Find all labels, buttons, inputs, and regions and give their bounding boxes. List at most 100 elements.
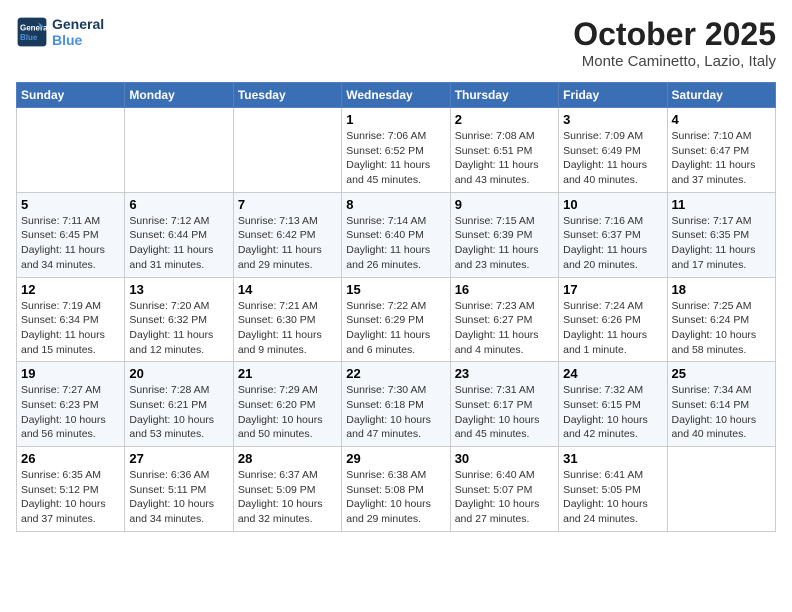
day-cell [667,447,775,532]
day-info: Sunrise: 7:24 AM Sunset: 6:26 PM Dayligh… [563,299,662,358]
day-cell: 23 Sunrise: 7:31 AM Sunset: 6:17 PM Dayli… [450,362,558,447]
day-number: 18 [672,282,771,297]
day-number: 25 [672,366,771,381]
day-info: Sunrise: 6:37 AM Sunset: 5:09 PM Dayligh… [238,468,337,527]
day-cell: 27Sunrise: 6:36 AM Sunset: 5:11 PM Dayli… [125,447,233,532]
day-number: 14 [238,282,337,297]
day-cell: 8Sunrise: 7:14 AM Sunset: 6:40 PM Daylig… [342,192,450,277]
day-info: Sunrise: 7:21 AM Sunset: 6:30 PM Dayligh… [238,299,337,358]
logo-general: General [52,16,104,32]
svg-text:Blue: Blue [20,33,38,42]
week-row-3: 19 Sunrise: 7:27 AM Sunset: 6:23 PM Dayli… [17,362,776,447]
day-cell: 19 Sunrise: 7:27 AM Sunset: 6:23 PM Dayli… [17,362,125,447]
day-number: 12 [21,282,120,297]
day-number: 23 [455,366,554,381]
header-tuesday: Tuesday [233,83,341,108]
svg-text:General: General [20,23,48,32]
day-cell: 26 Sunrise: 6:35 AM Sunset: 5:12 PM Dayli… [17,447,125,532]
day-number: 28 [238,451,337,466]
day-cell [17,108,125,193]
day-number: 13 [129,282,228,297]
day-number: 16 [455,282,554,297]
day-info: Sunrise: 7:19 AM Sunset: 6:34 PM Dayligh… [21,299,120,358]
day-cell [125,108,233,193]
day-info: Sunrise: 7:09 AM Sunset: 6:49 PM Dayligh… [563,129,662,188]
header-wednesday: Wednesday [342,83,450,108]
day-cell: 12 Sunrise: 7:19 AM Sunset: 6:34 PM Dayli… [17,277,125,362]
header-row: SundayMondayTuesdayWednesdayThursdayFrid… [17,83,776,108]
day-info: Sunrise: 7:14 AM Sunset: 6:40 PM Dayligh… [346,214,445,273]
day-cell: 18 Sunrise: 7:25 AM Sunset: 6:24 PM Dayli… [667,277,775,362]
week-row-2: 12 Sunrise: 7:19 AM Sunset: 6:34 PM Dayli… [17,277,776,362]
day-cell: 1 Sunrise: 7:06 AM Sunset: 6:52 PM Daylig… [342,108,450,193]
day-cell: 2 Sunrise: 7:08 AM Sunset: 6:51 PM Daylig… [450,108,558,193]
day-cell: 24 Sunrise: 7:32 AM Sunset: 6:15 PM Dayli… [559,362,667,447]
day-info: Sunrise: 7:20 AM Sunset: 6:32 PM Dayligh… [129,299,228,358]
day-info: Sunrise: 6:35 AM Sunset: 5:12 PM Dayligh… [21,468,120,527]
header-monday: Monday [125,83,233,108]
day-cell: 15 Sunrise: 7:22 AM Sunset: 6:29 PM Dayli… [342,277,450,362]
day-cell: 14 Sunrise: 7:21 AM Sunset: 6:30 PM Dayli… [233,277,341,362]
day-info: Sunrise: 6:40 AM Sunset: 5:07 PM Dayligh… [455,468,554,527]
day-info: Sunrise: 6:36 AM Sunset: 5:11 PM Dayligh… [129,468,228,527]
day-cell: 11Sunrise: 7:17 AM Sunset: 6:35 PM Dayli… [667,192,775,277]
day-info: Sunrise: 7:25 AM Sunset: 6:24 PM Dayligh… [672,299,771,358]
day-info: Sunrise: 7:08 AM Sunset: 6:51 PM Dayligh… [455,129,554,188]
day-info: Sunrise: 7:31 AM Sunset: 6:17 PM Dayligh… [455,383,554,442]
day-cell: 3 Sunrise: 7:09 AM Sunset: 6:49 PM Daylig… [559,108,667,193]
day-cell [233,108,341,193]
day-info: Sunrise: 7:15 AM Sunset: 6:39 PM Dayligh… [455,214,554,273]
day-info: Sunrise: 7:23 AM Sunset: 6:27 PM Dayligh… [455,299,554,358]
location-title: Monte Caminetto, Lazio, Italy [573,53,776,70]
header-thursday: Thursday [450,83,558,108]
day-info: Sunrise: 7:27 AM Sunset: 6:23 PM Dayligh… [21,383,120,442]
day-cell: 30 Sunrise: 6:40 AM Sunset: 5:07 PM Dayli… [450,447,558,532]
day-number: 20 [129,366,228,381]
day-number: 15 [346,282,445,297]
day-number: 3 [563,112,662,127]
day-info: Sunrise: 7:12 AM Sunset: 6:44 PM Dayligh… [129,214,228,273]
day-number: 30 [455,451,554,466]
day-cell: 9 Sunrise: 7:15 AM Sunset: 6:39 PM Daylig… [450,192,558,277]
day-number: 26 [21,451,120,466]
day-cell: 7 Sunrise: 7:13 AM Sunset: 6:42 PM Daylig… [233,192,341,277]
day-info: Sunrise: 7:11 AM Sunset: 6:45 PM Dayligh… [21,214,120,273]
calendar-body: 1 Sunrise: 7:06 AM Sunset: 6:52 PM Daylig… [17,108,776,532]
day-cell: 20 Sunrise: 7:28 AM Sunset: 6:21 PM Dayli… [125,362,233,447]
header-sunday: Sunday [17,83,125,108]
day-cell: 28 Sunrise: 6:37 AM Sunset: 5:09 PM Dayli… [233,447,341,532]
day-info: Sunrise: 7:28 AM Sunset: 6:21 PM Dayligh… [129,383,228,442]
header-saturday: Saturday [667,83,775,108]
day-number: 29 [346,451,445,466]
day-number: 24 [563,366,662,381]
day-cell: 4Sunrise: 7:10 AM Sunset: 6:47 PM Daylig… [667,108,775,193]
day-info: Sunrise: 7:13 AM Sunset: 6:42 PM Dayligh… [238,214,337,273]
calendar-header: SundayMondayTuesdayWednesdayThursdayFrid… [17,83,776,108]
day-number: 2 [455,112,554,127]
day-number: 22 [346,366,445,381]
day-number: 7 [238,197,337,212]
day-number: 9 [455,197,554,212]
day-number: 31 [563,451,662,466]
day-info: Sunrise: 7:29 AM Sunset: 6:20 PM Dayligh… [238,383,337,442]
day-info: Sunrise: 7:22 AM Sunset: 6:29 PM Dayligh… [346,299,445,358]
day-info: Sunrise: 7:06 AM Sunset: 6:52 PM Dayligh… [346,129,445,188]
day-cell: 6Sunrise: 7:12 AM Sunset: 6:44 PM Daylig… [125,192,233,277]
title-block: October 2025 Monte Caminetto, Lazio, Ita… [573,16,776,70]
day-number: 10 [563,197,662,212]
day-cell: 5 Sunrise: 7:11 AM Sunset: 6:45 PM Daylig… [17,192,125,277]
day-info: Sunrise: 7:17 AM Sunset: 6:35 PM Dayligh… [672,214,771,273]
day-number: 17 [563,282,662,297]
day-number: 19 [21,366,120,381]
day-number: 4 [672,112,771,127]
logo-icon: General Blue [16,16,48,48]
day-number: 1 [346,112,445,127]
day-cell: 13 Sunrise: 7:20 AM Sunset: 6:32 PM Dayli… [125,277,233,362]
day-number: 21 [238,366,337,381]
month-title: October 2025 [573,16,776,53]
logo-blue: Blue [52,32,104,48]
page-header: General Blue General Blue October 2025 M… [16,16,776,70]
day-info: Sunrise: 6:38 AM Sunset: 5:08 PM Dayligh… [346,468,445,527]
day-number: 5 [21,197,120,212]
day-info: Sunrise: 7:32 AM Sunset: 6:15 PM Dayligh… [563,383,662,442]
